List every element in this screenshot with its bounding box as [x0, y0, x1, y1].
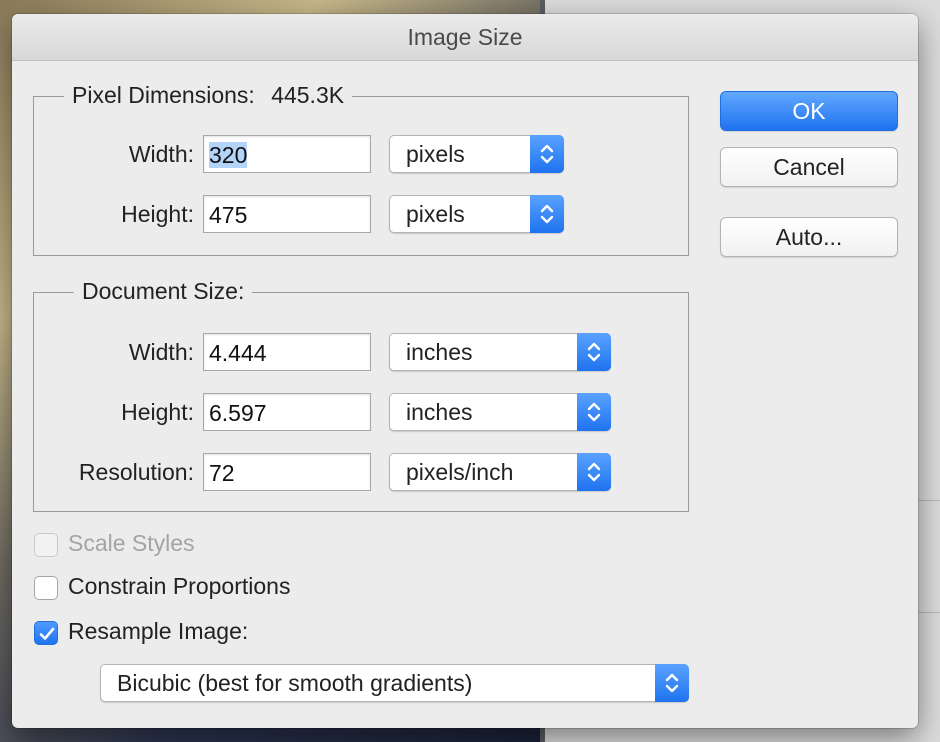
resample-image-checkbox[interactable] [34, 621, 58, 645]
scale-styles-label: Scale Styles [68, 530, 195, 556]
image-size-dialog: Image Size Pixel Dimensions: 445.3K Widt… [12, 14, 918, 728]
doc-height-unit-select[interactable]: inches [389, 393, 611, 431]
cancel-button[interactable]: Cancel [720, 147, 898, 187]
pixel-width-value: 320 [209, 142, 248, 168]
doc-width-input[interactable]: 4.444 [203, 333, 371, 371]
document-size-group: Document Size: Width: 4.444 inches Heigh… [33, 278, 689, 512]
ok-button[interactable]: OK [720, 91, 898, 131]
checkmark-icon [39, 627, 55, 640]
doc-height-unit: inches [406, 399, 473, 425]
scale-styles-checkbox[interactable] [34, 533, 58, 557]
pixel-width-input[interactable]: 320 [203, 135, 371, 173]
pixel-dimensions-label: Pixel Dimensions: [72, 82, 255, 108]
resample-method-select[interactable]: Bicubic (best for smooth gradients) [100, 664, 689, 702]
resolution-input[interactable]: 72 [203, 453, 371, 491]
dialog-title: Image Size [407, 24, 523, 50]
doc-width-label: Width: [128, 339, 194, 365]
constrain-proportions-label: Constrain Proportions [68, 573, 291, 599]
updown-chevron-icon [577, 453, 611, 491]
title-bar[interactable]: Image Size [12, 14, 918, 61]
auto-button[interactable]: Auto... [720, 217, 898, 257]
constrain-proportions-checkbox[interactable] [34, 576, 58, 600]
pixel-height-input[interactable]: 475 [203, 195, 371, 233]
pixel-dimensions-size: 445.3K [271, 82, 345, 108]
resample-image-label: Resample Image: [68, 618, 249, 644]
pixel-dimensions-group: Pixel Dimensions: 445.3K Width: 320 pixe… [33, 82, 689, 256]
pixel-width-unit: pixels [406, 141, 465, 167]
doc-width-unit: inches [406, 339, 473, 365]
doc-width-unit-select[interactable]: inches [389, 333, 611, 371]
updown-chevron-icon [530, 195, 564, 233]
resolution-label: Resolution: [78, 459, 194, 485]
doc-height-label: Height: [121, 399, 194, 425]
pixel-height-unit-select[interactable]: pixels [389, 195, 564, 233]
resolution-unit: pixels/inch [406, 459, 514, 485]
doc-height-input[interactable]: 6.597 [203, 393, 371, 431]
pixel-height-label: Height: [121, 201, 194, 227]
resolution-unit-select[interactable]: pixels/inch [389, 453, 611, 491]
resample-method-value: Bicubic (best for smooth gradients) [117, 670, 473, 696]
document-size-legend: Document Size: [74, 278, 253, 305]
updown-chevron-icon [530, 135, 564, 173]
updown-chevron-icon [655, 664, 689, 702]
updown-chevron-icon [577, 393, 611, 431]
updown-chevron-icon [577, 333, 611, 371]
pixel-width-label: Width: [128, 141, 194, 167]
pixel-width-unit-select[interactable]: pixels [389, 135, 564, 173]
pixel-dimensions-legend: Pixel Dimensions: 445.3K [64, 82, 353, 109]
pixel-height-unit: pixels [406, 201, 465, 227]
